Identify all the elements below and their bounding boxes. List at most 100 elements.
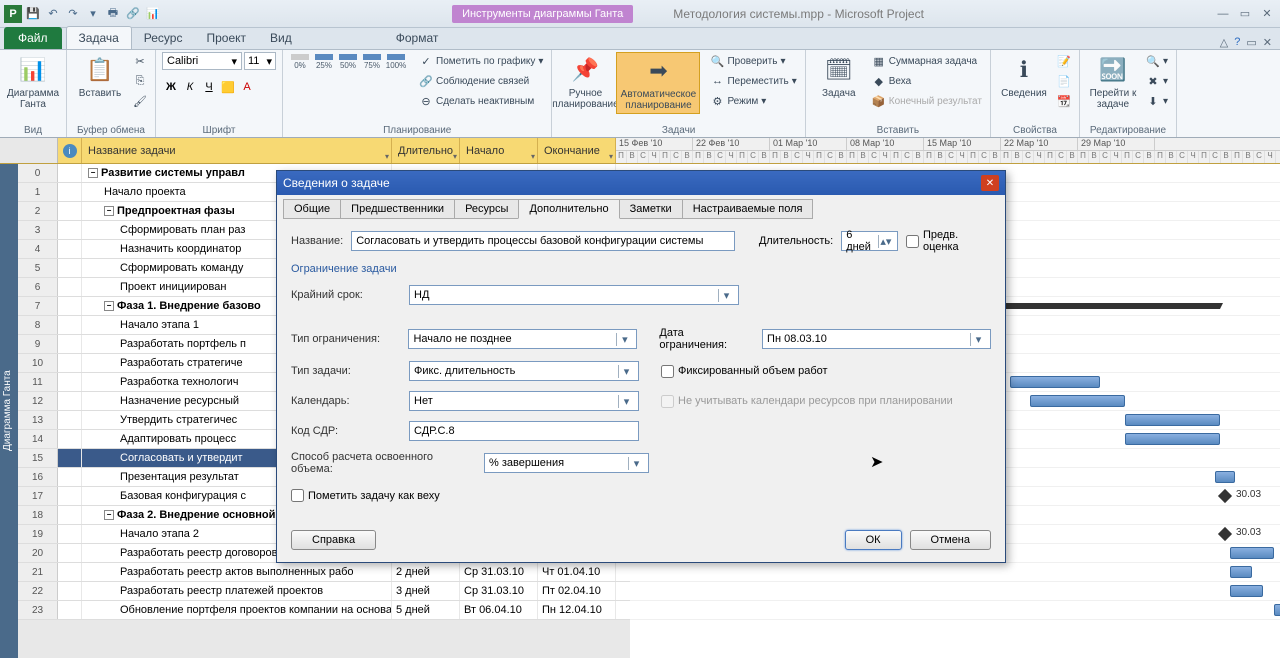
maximize-icon[interactable]: ▭ <box>1236 6 1254 22</box>
fixed-work-check[interactable]: Фиксированный объем работ <box>661 365 828 378</box>
auto-schedule-button[interactable]: ➡ Автоматическое планирование <box>616 52 700 114</box>
cancel-button[interactable]: Отмена <box>910 530 991 550</box>
inspect-button[interactable]: 🔍Проверить ▾ <box>708 52 798 70</box>
pct-75-button[interactable]: 75% <box>361 52 383 72</box>
task-info-dialog: Сведения о задаче ✕ Общие Предшественник… <box>276 170 1006 563</box>
app-title: Методология системы.mpp - Microsoft Proj… <box>673 7 924 21</box>
clear-button[interactable]: ✖▾ <box>1144 72 1170 90</box>
minimize-icon[interactable]: — <box>1214 6 1232 22</box>
help-icon[interactable]: ? <box>1234 36 1240 49</box>
pct-25-button[interactable]: 25% <box>313 52 335 72</box>
fill-button[interactable]: ⬇▾ <box>1144 92 1170 110</box>
deadline-combo[interactable]: НД▾ <box>409 285 739 305</box>
save-icon[interactable]: 💾 <box>24 5 42 23</box>
duration-field[interactable]: 6 дней▴▾ <box>841 231 898 251</box>
font-color-button[interactable]: A <box>238 78 256 96</box>
find-button[interactable]: 🔍▾ <box>1144 52 1170 70</box>
help-button[interactable]: Справка <box>291 530 376 550</box>
cut-button[interactable]: ✂ <box>131 52 149 70</box>
ribbon-close-icon[interactable]: ✕ <box>1263 36 1272 49</box>
file-tab[interactable]: Файл <box>4 27 62 49</box>
inactivate-button[interactable]: ⊖Сделать неактивным <box>417 92 545 110</box>
ribbon-opts-icon[interactable]: ▭ <box>1246 36 1256 49</box>
pct-50-button[interactable]: 50% <box>337 52 359 72</box>
task-type-combo[interactable]: Фикс. длительность▾ <box>409 361 639 381</box>
table-row[interactable]: 22Разработать реестр платежей проектов3 … <box>18 582 630 601</box>
constraint-type-label: Тип ограничения: <box>291 333 400 345</box>
dlg-tab-resources[interactable]: Ресурсы <box>454 199 519 219</box>
task-button[interactable]: 🗓 Задача <box>812 52 866 101</box>
details-button[interactable]: 📄 <box>1055 72 1073 90</box>
cut-icon: ✂ <box>133 54 147 68</box>
mode-button[interactable]: ⚙Режим ▾ <box>708 92 798 110</box>
wbs-field[interactable] <box>409 421 639 441</box>
col-duration[interactable]: Длительно▾ <box>392 138 460 163</box>
bold-button[interactable]: Ж <box>162 78 180 96</box>
chart-icon[interactable]: 📊 <box>144 5 162 23</box>
move-button[interactable]: ↔Переместить ▾ <box>708 72 798 90</box>
manual-schedule-button[interactable]: 📌 Ручное планирование <box>558 52 612 112</box>
milestone-check[interactable]: Пометить задачу как веху <box>291 489 440 502</box>
timeline-button[interactable]: 📆 <box>1055 92 1073 110</box>
timeline-header: 15 Фев '1022 Фев '1001 Мар '1008 Мар '10… <box>616 138 1280 163</box>
undo-icon[interactable]: ↶ <box>44 5 62 23</box>
paste-button[interactable]: 📋 Вставить <box>73 52 127 101</box>
tab-resource[interactable]: Ресурс <box>132 27 195 49</box>
dlg-tab-custom[interactable]: Настраиваемые поля <box>682 199 814 219</box>
deliverable-button[interactable]: 📦Конечный результат <box>870 92 984 110</box>
copy-button[interactable]: ⎘ <box>131 72 149 90</box>
format-painter-button[interactable]: 🖌 <box>131 92 149 110</box>
arrow-icon: 🔜 <box>1097 54 1129 86</box>
summary-button[interactable]: ▦Суммарная задача <box>870 52 984 70</box>
link-icon[interactable]: 🔗 <box>124 5 142 23</box>
tab-view[interactable]: Вид <box>258 27 304 49</box>
col-finish[interactable]: Окончание▾ <box>538 138 616 163</box>
table-row[interactable]: 21Разработать реестр актов выполненных р… <box>18 563 630 582</box>
pct-100-button[interactable]: 100% <box>385 52 407 72</box>
constraint-date-combo[interactable]: Пн 08.03.10▾ <box>762 329 991 349</box>
respect-links-button[interactable]: 🔗Соблюдение связей <box>417 72 545 90</box>
table-row[interactable]: 23Обновление портфеля проектов компании … <box>18 601 630 620</box>
underline-button[interactable]: Ч <box>200 78 218 96</box>
dialog-close-icon[interactable]: ✕ <box>981 175 999 191</box>
info-column[interactable]: i <box>58 138 82 163</box>
bg-color-button[interactable]: 🟨 <box>219 78 237 96</box>
info-button[interactable]: ℹ Сведения <box>997 52 1051 101</box>
redo-icon[interactable]: ↷ <box>64 5 82 23</box>
ok-button[interactable]: ОК <box>845 530 902 550</box>
print-icon[interactable]: 🖶 <box>104 5 122 23</box>
pct-0-button[interactable]: 0% <box>289 52 311 72</box>
calendar-combo[interactable]: Нет▾ <box>409 391 639 411</box>
name-field[interactable] <box>351 231 735 251</box>
font-name-combo[interactable]: Calibri▾ <box>162 52 242 70</box>
col-start[interactable]: Начало▾ <box>460 138 538 163</box>
paste-icon: 📋 <box>84 54 116 86</box>
scroll-to-task-button[interactable]: 🔜 Перейти к задаче <box>1086 52 1140 112</box>
notes-button[interactable]: 📝 <box>1055 52 1073 70</box>
ribbon-min-icon[interactable]: △ <box>1220 36 1228 49</box>
gantt-chart-button[interactable]: 📊 Диаграмма Ганта <box>6 52 60 112</box>
dlg-tab-predecessors[interactable]: Предшественники <box>340 199 455 219</box>
milestone-button[interactable]: ◆Веха <box>870 72 984 90</box>
tab-format[interactable]: Формат <box>384 27 451 49</box>
close-icon[interactable]: ✕ <box>1258 6 1276 22</box>
dlg-tab-general[interactable]: Общие <box>283 199 341 219</box>
ribbon-tabs: Файл Задача Ресурс Проект Вид Формат △ ?… <box>0 28 1280 50</box>
col-name[interactable]: Название задачи▾ <box>82 138 392 163</box>
dlg-tab-notes[interactable]: Заметки <box>619 199 683 219</box>
dialog-titlebar[interactable]: Сведения о задаче ✕ <box>277 171 1005 195</box>
app-icon[interactable]: P <box>4 5 22 23</box>
copy-icon: ⎘ <box>133 74 147 88</box>
estimated-check[interactable]: Предв. оценка <box>906 229 991 253</box>
mark-on-track-button[interactable]: ✓Пометить по графику ▾ <box>417 52 545 70</box>
italic-button[interactable]: К <box>181 78 199 96</box>
deadline-label: Крайний срок: <box>291 289 401 301</box>
dialog-tabs: Общие Предшественники Ресурсы Дополнител… <box>277 195 1005 219</box>
ev-combo[interactable]: % завершения▾ <box>484 453 649 473</box>
quick-access-toolbar: P 💾 ↶ ↷ ▾ 🖶 🔗 📊 <box>4 5 162 23</box>
constraint-type-combo[interactable]: Начало не позднее▾ <box>408 329 637 349</box>
tab-task[interactable]: Задача <box>66 26 132 49</box>
tab-project[interactable]: Проект <box>194 27 258 49</box>
font-size-combo[interactable]: 11▾ <box>244 52 276 70</box>
dlg-tab-advanced[interactable]: Дополнительно <box>518 199 619 219</box>
